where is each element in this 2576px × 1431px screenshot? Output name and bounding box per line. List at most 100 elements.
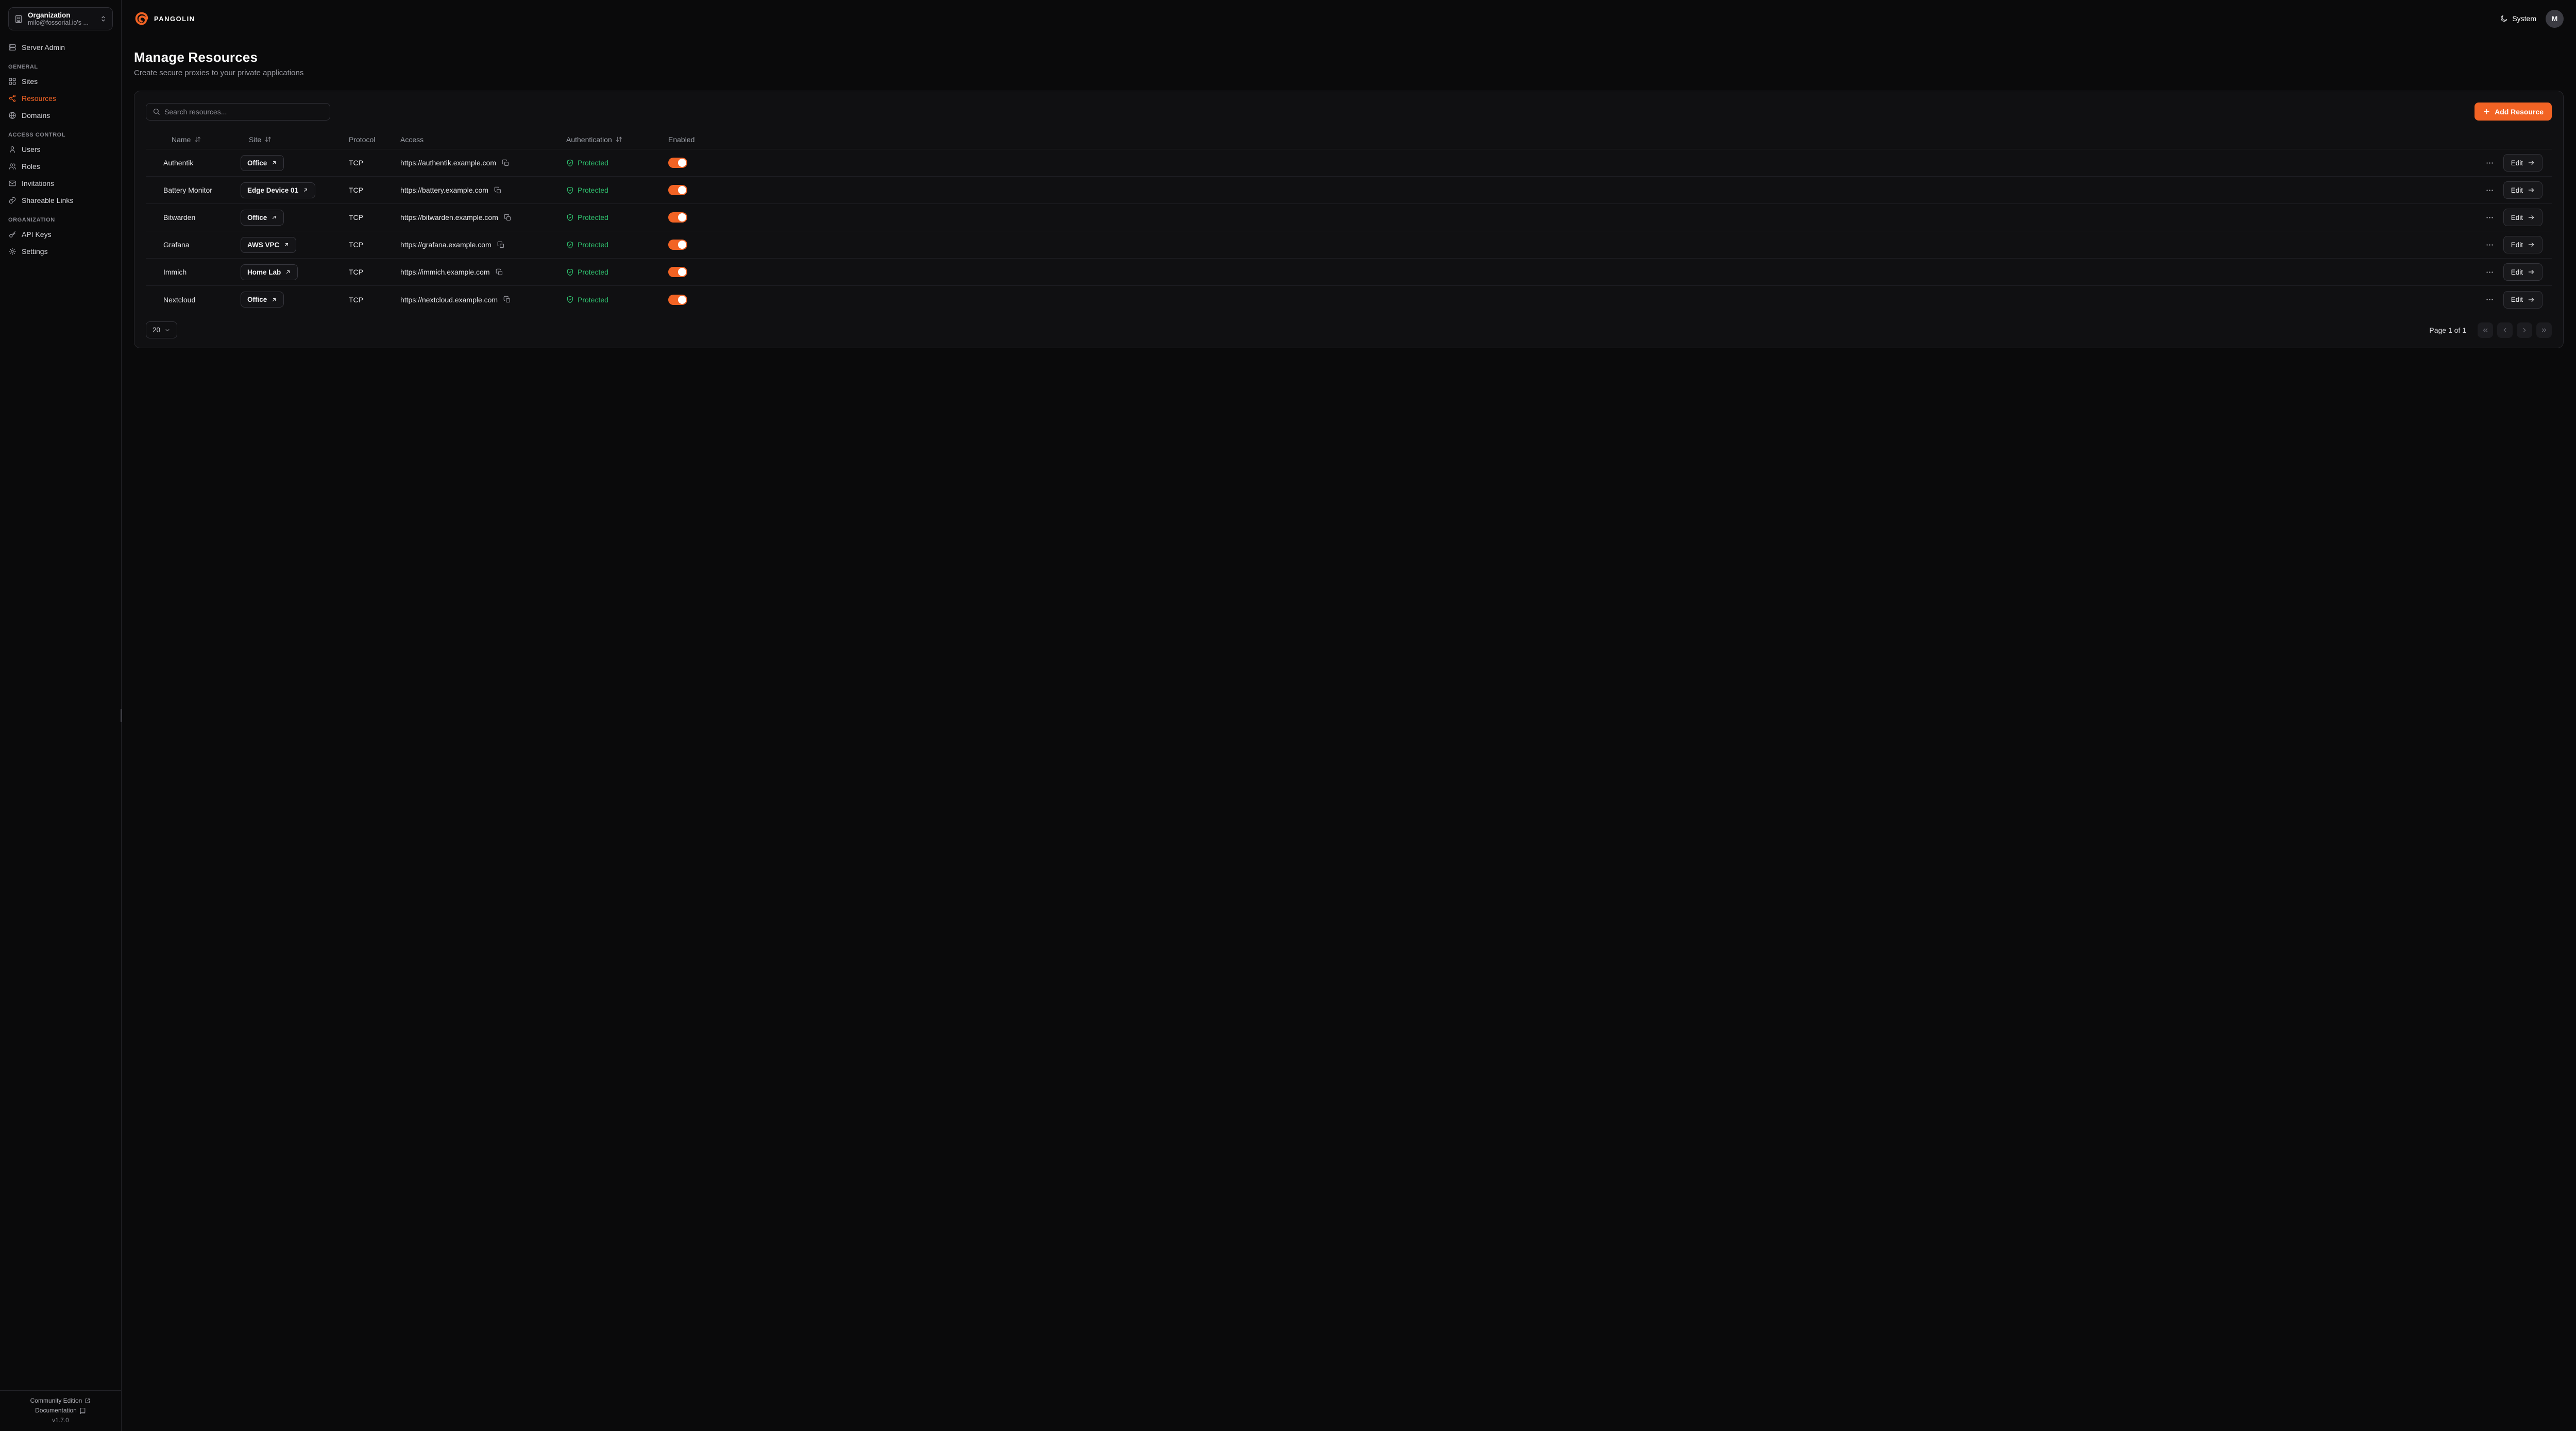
protocol: TCP [349,268,400,276]
enabled-toggle[interactable] [668,212,687,223]
edit-button[interactable]: Edit [2503,209,2543,226]
arrow-right-icon [2528,214,2535,221]
enabled-toggle[interactable] [668,185,687,195]
community-edition-link[interactable]: Community Edition [30,1397,91,1404]
sidebar-item-label: Invitations [22,179,54,188]
org-title: Organization [28,11,95,19]
sort-authentication-button[interactable]: Authentication [566,135,622,144]
table-row: Battery Monitor Edge Device 01 TCP https… [146,177,2552,204]
auth-status: Protected [578,241,608,249]
site-name: Home Lab [247,268,281,276]
theme-selector-button[interactable]: System [2500,14,2536,23]
globe-icon [8,111,16,120]
resource-name: Battery Monitor [163,186,241,194]
chevrons-up-down-icon [99,15,107,23]
avatar[interactable]: M [2546,10,2564,28]
row-menu-button[interactable] [2484,185,2495,196]
copy-url-button[interactable] [493,185,503,195]
sidebar-item-settings[interactable]: Settings [8,243,113,260]
sidebar-item-domains[interactable]: Domains [8,107,113,124]
copy-url-button[interactable] [502,295,512,304]
table-row: Immich Home Lab TCP https://immich.examp… [146,259,2552,286]
access-url: https://authentik.example.com [400,159,496,167]
auth-status: Protected [578,159,608,167]
toggle-knob [678,186,686,194]
arrow-up-right-icon [283,242,290,248]
next-page-button[interactable] [2517,322,2532,338]
last-page-button[interactable] [2536,322,2552,338]
sidebar-footer: Community Edition Documentation v1.7.0 [0,1390,121,1431]
sidebar-item-roles[interactable]: Roles [8,158,113,175]
sidebar-item-label: Shareable Links [22,196,73,205]
site-link-button[interactable]: Office [241,210,284,226]
page-title: Manage Resources [134,49,2564,65]
user-icon [8,145,16,154]
documentation-link[interactable]: Documentation [35,1407,86,1414]
chevrons-right-icon [2540,327,2548,334]
site-link-button[interactable]: Office [241,292,284,308]
site-name: Office [247,296,267,303]
site-link-button[interactable]: Office [241,155,284,171]
org-text: Organization milo@fossorial.io's ... [28,11,95,26]
edit-button[interactable]: Edit [2503,263,2543,281]
enabled-toggle[interactable] [668,158,687,168]
access-url: https://bitwarden.example.com [400,213,498,222]
page-info: Page 1 of 1 [2429,326,2466,334]
access-url: https://grafana.example.com [400,241,492,249]
ellipsis-icon [2485,268,2494,277]
sidebar-item-resources[interactable]: Resources [8,90,113,107]
arrow-up-right-icon [271,297,277,303]
sidebar-item-invitations[interactable]: Invitations [8,175,113,192]
edit-button[interactable]: Edit [2503,236,2543,253]
arrow-right-icon [2528,159,2535,166]
previous-page-button[interactable] [2497,322,2513,338]
row-menu-button[interactable] [2484,240,2495,250]
resources-table: Name Site Protocol Access [146,130,2552,313]
page-size-select[interactable]: 20 [146,321,177,338]
edit-button[interactable]: Edit [2503,291,2543,309]
org-selector[interactable]: Organization milo@fossorial.io's ... [8,7,113,30]
ellipsis-icon [2485,295,2494,304]
access-url: https://immich.example.com [400,268,490,276]
sidebar-item-server-admin[interactable]: Server Admin [8,39,113,56]
row-menu-button[interactable] [2484,158,2495,168]
sidebar-item-sites[interactable]: Sites [8,73,113,90]
sidebar-item-shareable-links[interactable]: Shareable Links [8,192,113,209]
add-resource-button[interactable]: Add Resource [2475,103,2552,121]
protocol: TCP [349,186,400,194]
edit-button[interactable]: Edit [2503,154,2543,172]
plus-icon [2483,108,2490,115]
sort-site-button[interactable]: Site [241,135,272,144]
enabled-toggle[interactable] [668,295,687,305]
sort-name-button[interactable]: Name [163,135,201,144]
protocol: TCP [349,159,400,167]
enabled-toggle[interactable] [668,267,687,277]
card-footer: 20 Page 1 of 1 [146,321,2552,338]
row-menu-button[interactable] [2484,212,2495,223]
arrow-up-right-icon [285,269,291,275]
copy-url-button[interactable] [496,240,506,250]
site-link-button[interactable]: Home Lab [241,264,298,280]
table-row: Bitwarden Office TCP https://bitwarden.e… [146,204,2552,231]
site-link-button[interactable]: Edge Device 01 [241,182,315,198]
copy-url-button[interactable] [501,158,511,168]
site-link-button[interactable]: AWS VPC [241,237,296,253]
moon-icon [2500,14,2508,23]
server-icon [8,43,16,52]
copy-url-button[interactable] [503,213,513,223]
site-name: AWS VPC [247,241,279,249]
sidebar-item-users[interactable]: Users [8,141,113,158]
edit-button[interactable]: Edit [2503,181,2543,199]
sidebar-item-label: Resources [22,94,56,103]
search-input[interactable] [164,108,324,116]
shield-check-icon [566,296,574,303]
copy-url-button[interactable] [495,267,504,277]
arrow-up-right-icon [271,160,277,166]
row-menu-button[interactable] [2484,267,2495,278]
sidebar-resize-handle[interactable] [121,709,122,722]
sidebar-item-api-keys[interactable]: API Keys [8,226,113,243]
enabled-toggle[interactable] [668,240,687,250]
row-menu-button[interactable] [2484,294,2495,305]
column-header-authentication: Authentication [566,135,612,144]
first-page-button[interactable] [2478,322,2493,338]
